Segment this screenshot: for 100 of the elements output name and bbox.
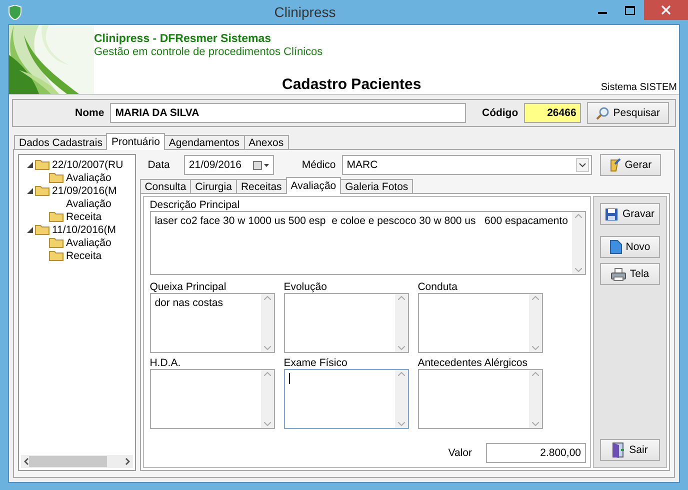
minimize-icon [598,12,606,14]
text-area[interactable] [418,369,543,429]
printer-icon [610,268,626,280]
folder-icon [49,250,64,261]
scroll-up-icon[interactable] [532,296,539,300]
code-label: Código [482,107,518,119]
field-label: Conduta [418,281,458,293]
system-label: Sistema SISTEM [600,82,677,93]
wand-icon [608,158,621,172]
scroll-down-icon[interactable] [264,346,271,350]
tab[interactable]: Consulta [140,179,192,194]
search-icon [596,106,610,120]
folder-icon [35,224,50,235]
scroll-up-icon[interactable] [398,372,405,376]
company-name: Clinipress - DFResmer Sistemas [94,33,272,45]
window-title: Clinipress [273,4,337,20]
scroll-down-icon[interactable] [398,422,405,426]
scroll-down-icon[interactable] [532,346,539,350]
search-button[interactable]: Pesquisar [587,102,669,124]
close-button[interactable] [644,0,688,20]
value-label: Valor [448,447,472,459]
tab[interactable]: Anexos [244,135,289,150]
generate-button[interactable]: Gerar [600,154,661,176]
action-button[interactable]: Gravar [600,203,660,225]
scroll-down-icon[interactable] [264,422,271,426]
scroll-right-icon[interactable] [124,458,130,465]
maximize-icon [625,6,635,14]
tree-item[interactable]: Receita [27,249,135,262]
tab[interactable]: Dados Cadastrais [14,135,108,150]
folder-icon [35,159,50,170]
field-label: Descrição Principal [150,199,241,211]
field-label: H.D.A. [150,357,182,369]
action-button[interactable]: Tela [600,263,660,285]
expand-icon[interactable] [27,226,33,232]
scrollbar[interactable] [260,294,274,352]
folder-icon [49,237,64,248]
expand-icon[interactable] [27,188,33,194]
name-label: Nome [75,107,104,119]
document-icon [610,240,622,254]
tab[interactable]: Avaliação [286,177,342,194]
text-area[interactable] [284,369,409,429]
text-area[interactable]: dor nas costas [150,293,275,353]
scrollbar[interactable] [394,370,408,428]
dropdown-icon[interactable] [576,158,589,172]
form-title: Cadastro Pacientes [282,76,422,93]
scroll-up-icon[interactable] [264,296,271,300]
tab[interactable]: Galeria Fotos [340,179,414,194]
doctor-dropdown[interactable]: MARC [342,155,592,175]
scrollbar[interactable] [528,370,542,428]
tree-node[interactable]: 22/10/2007(RU [27,158,135,171]
tab[interactable]: Receitas [236,179,287,194]
text-cursor [288,373,290,384]
scroll-down-icon[interactable] [575,268,582,272]
folder-icon [49,172,64,183]
value-field[interactable]: 2.800,00 [486,443,586,463]
close-icon [661,5,671,15]
field-label: Evolução [284,281,328,293]
scroll-up-icon[interactable] [398,296,405,300]
scroll-up-icon[interactable] [575,214,582,218]
scroll-left-icon[interactable] [24,458,29,465]
horizontal-scrollbar[interactable] [21,455,133,468]
tree-node[interactable]: 21/09/2016(M [27,184,135,197]
tree-item[interactable]: Avaliação [27,236,135,249]
code-field[interactable]: 26466 [524,103,582,123]
shield-icon [8,4,22,20]
text-area[interactable]: laser co2 face 30 w 1000 us 500 esp e coloe e pescoco 30 w 800 us 600 espacamento [150,211,586,275]
scroll-up-icon[interactable] [264,372,271,376]
text-area[interactable] [284,293,409,353]
scroll-down-icon[interactable] [398,346,405,350]
field-label: Exame Físico [284,357,348,369]
tab[interactable]: Agendamentos [164,135,245,150]
folder-icon [35,185,50,196]
scroll-up-icon[interactable] [532,372,539,376]
floppy-icon [605,208,618,220]
date-field[interactable]: 21/09/2016 [184,155,274,175]
scrollbar[interactable] [528,294,542,352]
name-field[interactable]: MARIA DA SILVA [110,103,466,123]
doctor-label: Médico [302,159,336,171]
door-icon [612,442,626,458]
tab[interactable]: Prontuário [106,133,165,150]
subtitle: Gestão em controle de procedimentos Clínicos [94,46,324,58]
tab[interactable]: Cirurgia [190,179,237,194]
folder-icon [49,211,64,222]
calendar-icon[interactable] [252,160,269,170]
text-area[interactable] [418,293,543,353]
tree-item[interactable]: Avaliação [27,197,135,210]
scrollbar[interactable] [260,370,274,428]
tree-node[interactable]: 11/10/2016(M [27,223,135,236]
action-button[interactable]: Novo [600,236,660,258]
tree-item[interactable]: Receita [27,210,135,223]
tree-item[interactable]: Avaliação [27,171,135,184]
exit-button[interactable]: Sair [600,439,660,461]
date-label: Data [148,159,170,171]
field-label: Antecedentes Alérgicos [418,357,528,369]
expand-icon[interactable] [27,162,33,168]
text-area[interactable] [150,369,275,429]
scrollbar[interactable] [394,294,408,352]
field-label: Queixa Principal [150,281,228,293]
scrollbar[interactable] [572,212,585,274]
scroll-down-icon[interactable] [532,422,539,426]
